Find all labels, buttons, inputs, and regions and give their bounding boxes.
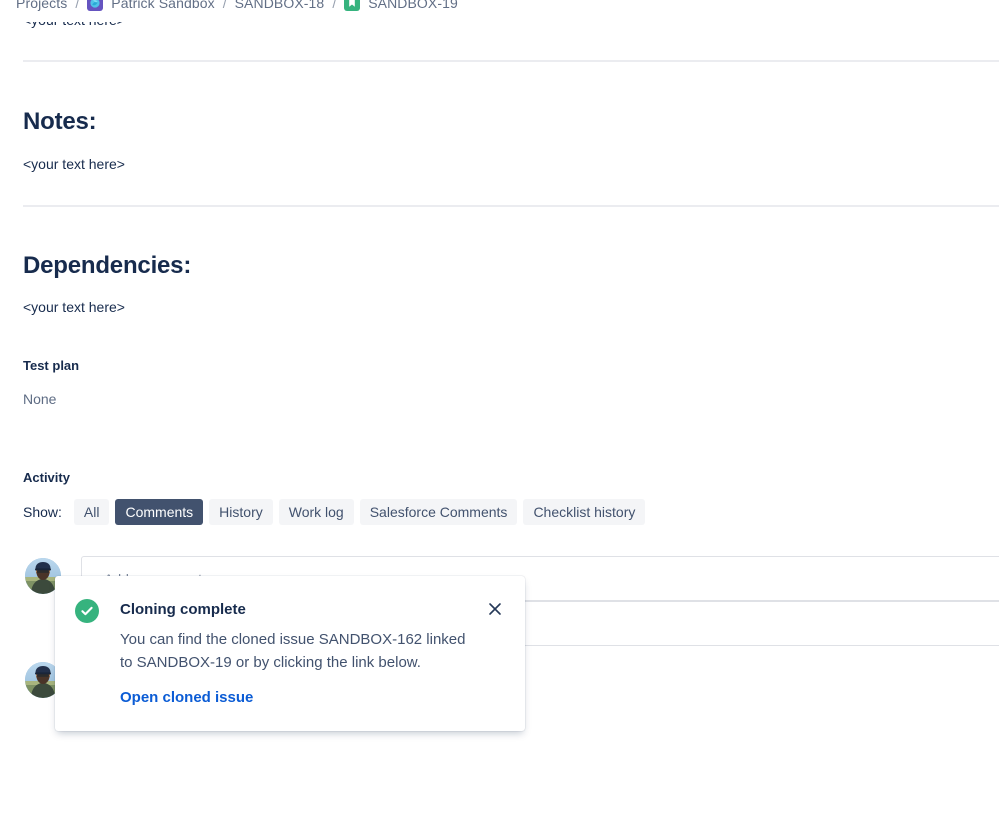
breadcrumb-link-current-issue[interactable]: SANDBOX-19 xyxy=(368,0,458,13)
flag-title: Cloning complete xyxy=(120,601,246,618)
task-glyph-icon xyxy=(349,0,356,7)
project-glyph-icon xyxy=(90,0,100,8)
tab-comments[interactable]: Comments xyxy=(115,499,204,525)
section-divider-1 xyxy=(23,60,999,62)
open-cloned-issue-link[interactable]: Open cloned issue xyxy=(120,687,253,709)
breadcrumb-link-project[interactable]: Patrick Sandbox xyxy=(111,0,214,13)
breadcrumb-item-parent-issue[interactable]: SANDBOX-18 xyxy=(235,0,325,13)
success-check-icon xyxy=(75,599,99,623)
check-glyph-icon xyxy=(81,606,93,616)
close-glyph-icon xyxy=(489,603,501,615)
tab-checklist-history[interactable]: Checklist history xyxy=(523,499,646,525)
breadcrumb-separator: / xyxy=(332,0,337,11)
tab-work-log[interactable]: Work log xyxy=(278,499,354,525)
breadcrumb-bar-edge xyxy=(0,21,999,22)
breadcrumb-link-projects[interactable]: Projects xyxy=(16,0,67,13)
breadcrumb-link-parent-issue[interactable]: SANDBOX-18 xyxy=(235,0,325,13)
flag-message: You can find the cloned issue SANDBOX-16… xyxy=(120,631,466,671)
breadcrumb-item-project[interactable]: Patrick Sandbox xyxy=(87,0,215,13)
breadcrumb-separator: / xyxy=(222,0,227,11)
breadcrumb-separator: / xyxy=(75,0,80,11)
notes-heading: Notes: xyxy=(23,108,97,135)
tab-history[interactable]: History xyxy=(209,499,273,525)
section-divider-2 xyxy=(23,205,999,207)
activity-heading: Activity xyxy=(23,470,70,485)
task-type-icon xyxy=(344,0,361,11)
tab-salesforce-comments[interactable]: Salesforce Comments xyxy=(359,499,518,525)
test-plan-label: Test plan xyxy=(23,358,80,373)
tab-all[interactable]: All xyxy=(73,499,110,525)
dependencies-heading: Dependencies: xyxy=(23,252,192,279)
dependencies-text: <your text here> xyxy=(23,299,125,315)
close-icon[interactable] xyxy=(483,597,507,621)
test-plan-value: None xyxy=(23,391,57,407)
cloning-complete-flag: Cloning complete You can find the cloned… xyxy=(55,576,525,731)
project-avatar-icon xyxy=(87,0,104,11)
notes-text: <your text here> xyxy=(23,156,125,172)
flag-header: Cloning complete xyxy=(75,598,503,623)
breadcrumb-item-projects[interactable]: Projects xyxy=(16,0,67,13)
show-label: Show: xyxy=(23,504,62,520)
activity-filter-row: Show: All Comments History Work log Sale… xyxy=(23,499,651,525)
breadcrumb-item-current-issue[interactable]: SANDBOX-19 xyxy=(344,0,458,13)
issue-detail-page: <your text here> Notes: <your text here>… xyxy=(0,0,999,817)
breadcrumb: Projects / Patrick Sandbox / SANDBOX-18 … xyxy=(16,0,458,13)
breadcrumb-bar: Projects / Patrick Sandbox / SANDBOX-18 … xyxy=(0,0,999,21)
